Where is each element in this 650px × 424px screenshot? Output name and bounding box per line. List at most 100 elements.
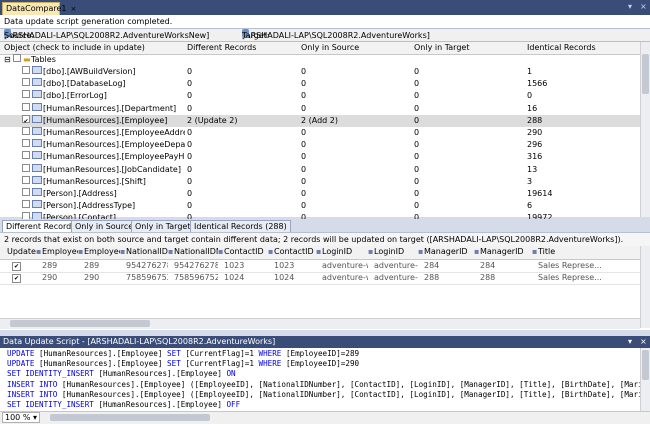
different-records: 0 xyxy=(187,189,193,198)
column-header[interactable]: EmployeeID xyxy=(42,246,78,258)
table-row[interactable]: [Person].[AddressType] 0 0 0 6 xyxy=(0,200,640,212)
column-header-object[interactable]: Object (check to include in update) xyxy=(4,42,145,54)
column-header[interactable]: Title xyxy=(538,246,634,258)
update-checkbox[interactable]: ✔ xyxy=(12,262,21,271)
close-tab-icon[interactable]: × xyxy=(70,5,76,13)
folder-icon: ▬ xyxy=(23,55,31,64)
only-in-target: 0 xyxy=(414,176,420,186)
vertical-scrollbar[interactable] xyxy=(640,42,650,217)
table-row[interactable]: [Person].[Address] 0 0 0 19614 xyxy=(0,188,640,200)
identical-records: 3 xyxy=(527,176,533,186)
close-icon[interactable]: × xyxy=(640,2,647,11)
column-header[interactable]: NationalIDNu... xyxy=(126,246,168,258)
table-row[interactable]: [dbo].[DatabaseLog] 0 0 0 1566 xyxy=(0,78,640,90)
tree-root-label: Tables xyxy=(31,55,56,64)
cell: 290 xyxy=(42,273,58,282)
tab-datacompare1[interactable]: DataCompare1 × xyxy=(2,2,76,15)
column-key-icon: ▪ xyxy=(532,247,538,256)
only-in-target: 0 xyxy=(414,91,420,101)
zoom-value: 100 % xyxy=(5,413,31,422)
column-header[interactable]: NationalIDNu... xyxy=(174,246,218,258)
script-line: UPDATE [HumanResources].[Employee] SET [… xyxy=(7,349,360,358)
column-header[interactable]: ContactID xyxy=(274,246,316,258)
cell: 1023 xyxy=(274,261,295,270)
dropdown-icon[interactable]: ▾ xyxy=(628,2,632,11)
cell: adventure-wo... xyxy=(374,273,418,282)
tab-identical-records[interactable]: Identical Records (288) xyxy=(190,220,291,232)
only-in-target: 0 xyxy=(414,189,420,198)
table-row[interactable]: [HumanResources].[Shift] 0 0 0 3 xyxy=(0,175,640,188)
column-header[interactable]: Update xyxy=(7,246,37,258)
column-key-icon: ▪ xyxy=(36,247,42,256)
collapse-icon[interactable]: ⊟ xyxy=(4,54,11,66)
cell: 1023 xyxy=(224,261,245,270)
vertical-scrollbar[interactable] xyxy=(640,246,650,328)
column-header[interactable]: ManagerID xyxy=(424,246,474,258)
table-row[interactable]: [HumanResources].[EmployeePayHistory]000… xyxy=(0,151,640,163)
column-header-only-target[interactable]: Only in Target xyxy=(414,42,469,54)
table-row[interactable]: ✔ 290 290 758596752 758596752 1024 1024 adventu… xyxy=(0,272,650,285)
close-icon[interactable]: × xyxy=(640,336,647,348)
identical-records: 296 xyxy=(527,140,543,150)
table-row[interactable]: [HumanResources].[EmployeeDepartmentHist… xyxy=(0,139,640,151)
different-records: 0 xyxy=(187,91,193,101)
different-records: 0 xyxy=(187,176,193,186)
script-panel-title: Data Update Script - [ARSHADALI-LAP\SQL2… xyxy=(0,336,650,348)
column-header-only-source[interactable]: Only in Source xyxy=(301,42,359,54)
column-header[interactable]: ContactID xyxy=(224,246,268,258)
cell: adventure-wo... xyxy=(374,261,418,270)
only-in-target: 0 xyxy=(414,128,420,137)
horizontal-scrollbar[interactable] xyxy=(0,318,640,329)
cell: 284 xyxy=(480,261,496,270)
table-row[interactable]: [HumanResources].[Department] 0 0 0 16 xyxy=(0,102,640,115)
different-records: 0 xyxy=(187,164,193,174)
source-value: [ARSHADALI-LAP\SQL2008R2.AdventureWorksN… xyxy=(4,31,210,40)
script-line: SET IDENTITY_INSERT [HumanResources].[Em… xyxy=(7,369,236,379)
identical-records: 13 xyxy=(527,164,538,174)
object-name: [dbo].[DatabaseLog] xyxy=(43,79,126,89)
object-name: [HumanResources].[Shift] xyxy=(43,176,146,186)
column-key-icon: ▪ xyxy=(78,247,84,256)
column-header[interactable]: LoginID xyxy=(322,246,368,258)
column-header-different[interactable]: Different Records xyxy=(187,42,256,54)
only-in-source: 0 xyxy=(301,189,307,198)
only-in-target: 0 xyxy=(414,140,420,150)
dropdown-icon[interactable]: ▾ xyxy=(628,336,632,348)
table-row[interactable]: [HumanResources].[EmployeeAddress] 0 0 0 290 xyxy=(0,127,640,139)
different-records: 2 (Update 2) xyxy=(187,115,238,125)
tree-root-tables[interactable]: ⊟ ▬ Tables xyxy=(0,54,640,66)
zoom-select[interactable]: 100 % ▾ xyxy=(2,412,40,423)
column-header-identical[interactable]: Identical Records xyxy=(527,42,596,54)
identical-records: 1566 xyxy=(527,79,548,89)
table-row[interactable]: [dbo].[AWBuildVersion] 0 0 0 1 xyxy=(0,66,640,78)
cell: 954276278 xyxy=(126,261,168,270)
cell: 290 xyxy=(84,273,100,282)
column-header[interactable]: ManagerID xyxy=(480,246,532,258)
table-row[interactable]: ✔ [HumanResources].[Employee] 2 (Update 2)… xyxy=(0,114,640,127)
scrollbar-thumb[interactable] xyxy=(50,414,210,421)
scrollbar-thumb[interactable] xyxy=(10,320,150,327)
object-name: [Person].[AddressType] xyxy=(43,201,136,211)
only-in-source: 0 xyxy=(301,67,307,76)
object-name: [HumanResources].[EmployeeDepartmentHist xyxy=(43,140,185,150)
table-row[interactable]: [HumanResources].[JobCandidate] 0 0 0 13 xyxy=(0,163,640,176)
column-header[interactable]: EmployeeID xyxy=(84,246,120,258)
object-name: [HumanResources].[Department] xyxy=(43,103,177,113)
cell: 954276278 xyxy=(174,261,218,270)
update-checkbox[interactable]: ✔ xyxy=(12,274,21,283)
only-in-source: 0 xyxy=(301,152,307,162)
scrollbar-thumb[interactable] xyxy=(642,350,649,380)
different-records: 0 xyxy=(187,67,193,76)
object-name: [HumanResources].[Employee] xyxy=(43,115,168,125)
different-records: 0 xyxy=(187,201,193,211)
cell: Sales Represe... xyxy=(538,261,602,270)
script-editor[interactable]: UPDATE [HumanResources].[Employee] SET [… xyxy=(0,348,650,412)
source-label: Source: xyxy=(4,31,35,40)
cell: 284 xyxy=(424,261,440,270)
table-row[interactable]: [dbo].[ErrorLog] 0 0 0 0 xyxy=(0,90,640,102)
vertical-scrollbar[interactable] xyxy=(640,348,650,411)
column-header[interactable]: LoginID xyxy=(374,246,418,258)
script-line: SET IDENTITY_INSERT [HumanResources].[Em… xyxy=(7,400,241,409)
script-line: UPDATE [HumanResources].[Employee] SET [… xyxy=(7,359,360,369)
scrollbar-thumb[interactable] xyxy=(642,54,649,94)
